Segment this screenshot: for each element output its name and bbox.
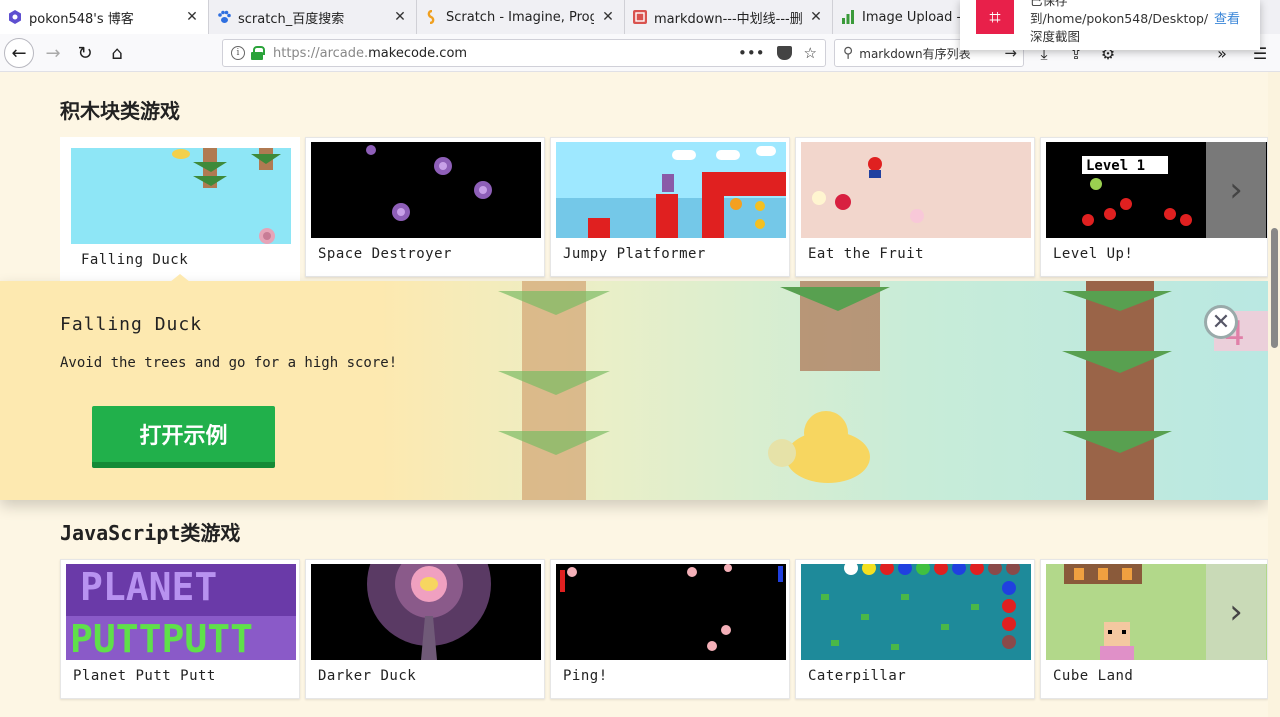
close-detail-button[interactable]: ✕ xyxy=(1204,305,1238,339)
scrollbar-thumb[interactable] xyxy=(1271,228,1278,348)
game-card-falling-duck[interactable]: Falling Duck xyxy=(60,137,300,283)
detail-title: Falling Duck xyxy=(60,314,203,335)
tab-title: Scratch - Imagine, Program xyxy=(446,9,594,25)
ping-thumbnail xyxy=(560,564,783,651)
game-name: Level Up! xyxy=(1053,246,1134,262)
bookmark-star-icon[interactable]: ☆ xyxy=(804,44,817,62)
tab-title: Image Upload - SM.MS xyxy=(862,9,974,25)
game-card-caterpillar[interactable]: Caterpillar xyxy=(795,559,1035,699)
eat-the-fruit-thumbnail xyxy=(812,157,924,223)
game-thumbnail xyxy=(801,564,1031,660)
tab-scratch[interactable]: Scratch - Imagine, Program ✕ xyxy=(416,0,624,34)
space-destroyer-thumbnail xyxy=(366,145,492,221)
tab-title: markdown---中划线---删除线 xyxy=(654,11,802,27)
page-scrollbar[interactable] xyxy=(1268,72,1280,717)
game-name: Space Destroyer xyxy=(318,246,452,262)
open-example-button[interactable]: 打开示例 xyxy=(92,406,275,468)
game-name: Eat the Fruit xyxy=(808,246,925,262)
scratch-icon xyxy=(427,10,435,24)
hexagon-icon xyxy=(9,10,21,24)
url-prefix: https://arcade. xyxy=(273,45,369,61)
info-icon[interactable]: i xyxy=(231,46,245,60)
home-button[interactable]: ⌂ xyxy=(102,38,132,68)
darker-duck-thumbnail xyxy=(367,564,491,660)
view-button[interactable]: 查看 xyxy=(1214,8,1240,27)
close-icon[interactable]: ✕ xyxy=(808,9,824,25)
forward-button[interactable]: → xyxy=(38,38,68,68)
address-bar[interactable]: i https://arcade.makecode.com ••• ☆ xyxy=(222,39,826,67)
game-name: Jumpy Platformer xyxy=(563,246,706,262)
pocket-icon[interactable] xyxy=(776,46,792,60)
close-icon[interactable]: ✕ xyxy=(184,9,200,25)
game-thumbnail xyxy=(556,564,786,660)
arrow-right-icon: → xyxy=(45,42,61,64)
game-thumbnail xyxy=(311,564,541,660)
game-thumbnail xyxy=(801,142,1031,238)
game-name: Darker Duck xyxy=(318,668,417,684)
game-card-space-destroyer[interactable]: Space Destroyer xyxy=(305,137,545,277)
game-card-ping[interactable]: Ping! xyxy=(550,559,790,699)
tab-title: scratch_百度搜索 xyxy=(238,11,345,27)
tab-title: pokon548's 博客 xyxy=(29,11,134,27)
reload-icon: ↻ xyxy=(77,42,93,64)
game-card-jumpy-platformer[interactable]: Jumpy Platformer xyxy=(550,137,790,277)
carousel-next-button[interactable]: › xyxy=(1206,564,1266,660)
game-name: Planet Putt Putt xyxy=(73,668,216,684)
close-icon: ✕ xyxy=(1211,309,1231,335)
game-name: Ping! xyxy=(563,668,608,684)
game-thumbnail xyxy=(311,142,541,238)
close-icon[interactable]: ✕ xyxy=(392,9,408,25)
planet-line1: PLANET xyxy=(80,565,217,609)
chevron-right-icon: › xyxy=(1229,592,1243,632)
game-thumbnail xyxy=(71,148,291,244)
selection-pointer xyxy=(170,274,190,282)
carousel-next-button[interactable]: › xyxy=(1206,142,1266,238)
lock-icon[interactable] xyxy=(251,46,265,60)
search-icon: ⚲ xyxy=(843,45,854,61)
crop-icon: ⌗ xyxy=(976,0,1014,34)
detail-description: Avoid the trees and go for a high score! xyxy=(60,355,398,371)
level-label: Level 1 xyxy=(1086,158,1145,174)
game-thumbnail xyxy=(556,142,786,238)
close-icon[interactable]: ✕ xyxy=(600,9,616,25)
reload-button[interactable]: ↻ xyxy=(70,38,100,68)
chevron-right-icon: › xyxy=(1229,170,1243,210)
bar-chart-icon xyxy=(842,10,854,24)
game-name: Caterpillar xyxy=(808,668,907,684)
blocks-section-title: 积木块类游戏 xyxy=(60,99,180,123)
home-icon: ⌂ xyxy=(111,42,123,64)
notification-text: 已保存到/home/pokon548/Desktop/深度截图_20190808… xyxy=(1030,0,1209,50)
game-card-darker-duck[interactable]: Darker Duck xyxy=(305,559,545,699)
game-name: Cube Land xyxy=(1053,668,1134,684)
back-button[interactable]: ← xyxy=(4,38,34,68)
download-notification: ⌗ 已保存到/home/pokon548/Desktop/深度截图_201908… xyxy=(960,0,1260,50)
game-card-eat-the-fruit[interactable]: Eat the Fruit xyxy=(795,137,1035,277)
planet-line2: PUTTPUTT xyxy=(70,617,253,660)
url-domain: makecode.com xyxy=(368,45,468,61)
js-section-title: JavaScript类游戏 xyxy=(60,521,241,545)
game-detail-panel: 4 Falling Duck Avoid the trees and go fo… xyxy=(0,281,1268,500)
caterpillar-thumbnail xyxy=(821,564,1020,650)
game-thumbnail: PLANET PUTTPUTT xyxy=(66,564,296,660)
game-card-planet-putt-putt[interactable]: PLANET PUTTPUTT Planet Putt Putt xyxy=(60,559,300,699)
arrow-left-icon: ← xyxy=(11,42,27,64)
tab-pokon-blog[interactable]: pokon548's 博客 ✕ xyxy=(0,0,208,34)
tab-baidu-search[interactable]: scratch_百度搜索 ✕ xyxy=(208,0,416,34)
paw-icon xyxy=(218,10,231,23)
tab-markdown[interactable]: markdown---中划线---删除线 ✕ xyxy=(624,0,832,34)
url-text[interactable]: https://arcade.makecode.com xyxy=(273,46,738,61)
falling-duck-thumbnail xyxy=(172,148,281,244)
more-actions-icon[interactable]: ••• xyxy=(738,44,765,62)
jian-icon xyxy=(633,10,647,24)
game-name: Falling Duck xyxy=(81,252,189,268)
planet-putt-putt-thumbnail: PLANET PUTTPUTT xyxy=(66,565,296,660)
jumpy-platformer-thumbnail xyxy=(556,146,786,238)
